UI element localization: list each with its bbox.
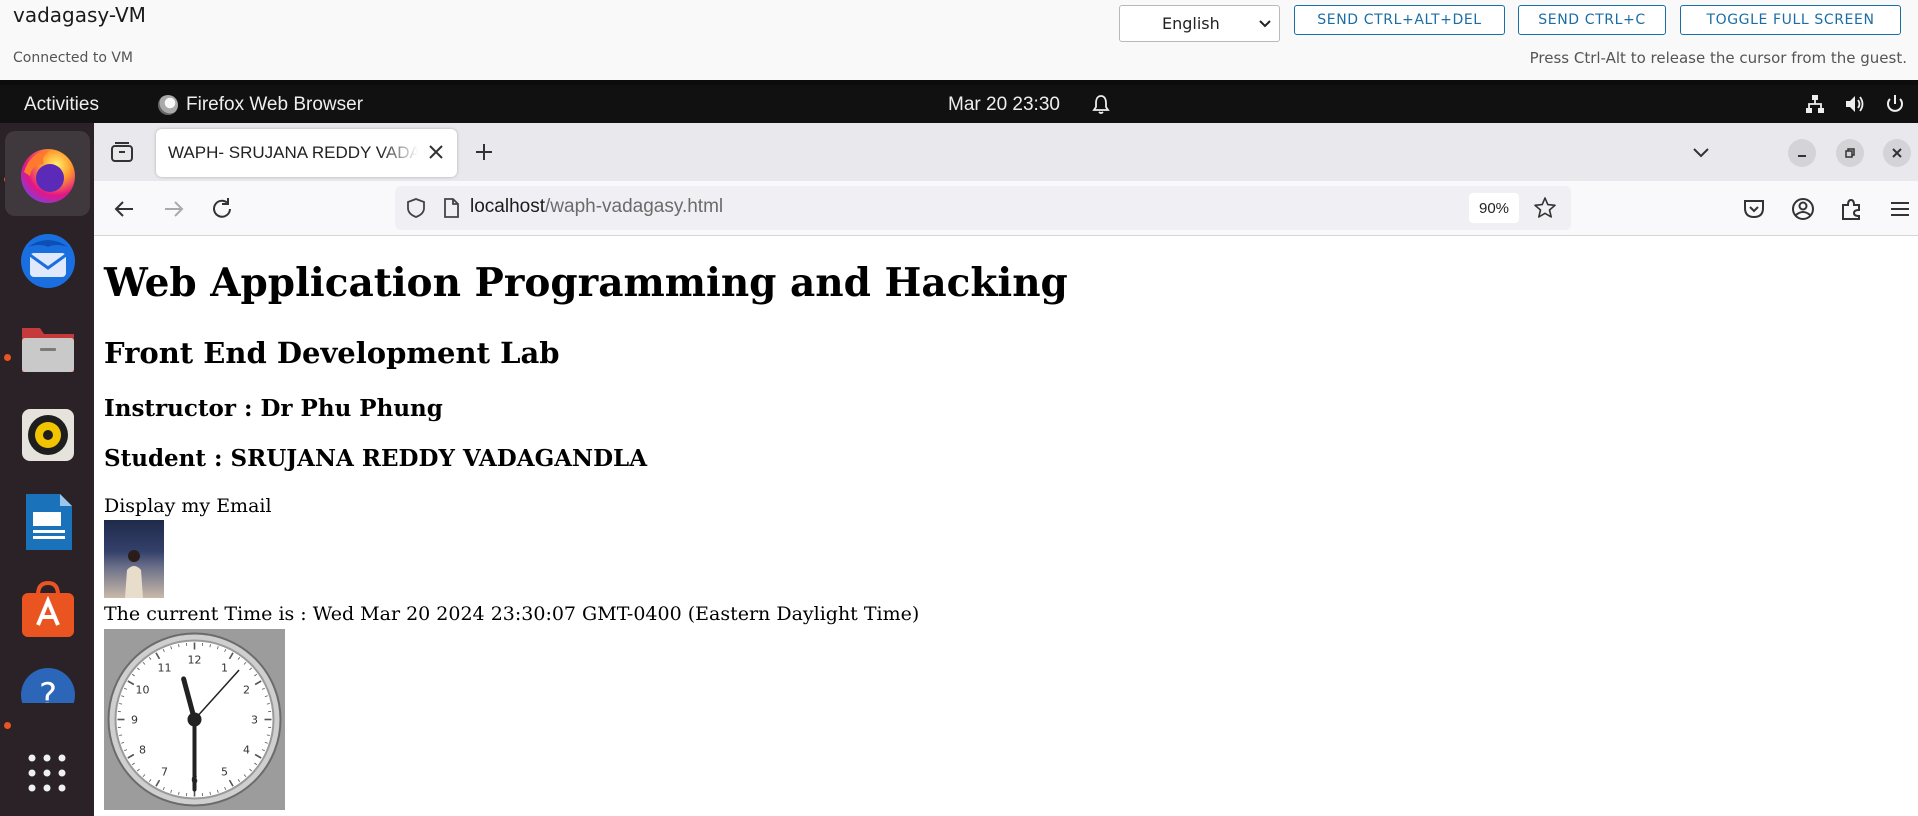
display-email-link[interactable]: Display my Email [104,495,272,517]
shield-icon[interactable] [405,197,427,219]
thunderbird-icon [20,233,75,288]
power-icon [1887,95,1903,112]
window-close-button[interactable] [1883,139,1911,167]
toggle-full-screen-button[interactable]: TOGGLE FULL SCREEN [1680,5,1901,35]
release-cursor-hint: Press Ctrl-Alt to release the cursor fro… [1529,49,1907,67]
plus-icon[interactable] [472,140,496,164]
send-ctrl-c-button[interactable]: SEND CTRL+C [1518,5,1666,35]
clock-number: 12 [188,654,202,667]
vm-connection-status: Connected to VM [13,50,133,66]
url-host: localhost [470,196,545,217]
dock-ubuntu-software[interactable] [5,566,90,651]
system-tray[interactable] [1804,93,1906,115]
help-icon: ? [20,668,75,703]
page-subheading: Front End Development Lab [104,336,560,370]
minimize-icon [1798,155,1806,157]
software-bag-icon [21,580,74,637]
current-time-text: The current Time is : Wed Mar 20 2024 23… [104,603,920,625]
url-path: /waph-vadagasy.html [545,196,724,217]
account-icon[interactable] [1790,196,1816,222]
clock-number: 10 [136,684,150,697]
back-arrow-icon[interactable] [112,196,138,222]
analog-clock: 121234567891011 [104,629,285,810]
speaker-icon [21,408,74,461]
zoom-level-button[interactable]: 90% [1469,193,1519,223]
clock-number: 4 [243,744,250,757]
clock-number: 8 [139,744,146,757]
navigation-toolbar: localhost/waph-vadagasy.html 90% [94,181,1918,236]
dock-thunderbird[interactable] [5,218,90,303]
activities-button[interactable]: Activities [24,94,99,116]
dock-files[interactable] [5,305,90,390]
send-ctrl-alt-del-button[interactable]: SEND CTRL+ALT+DEL [1294,5,1505,35]
page-icon[interactable] [440,197,462,219]
dock-firefox[interactable] [5,131,90,216]
star-icon[interactable] [1533,196,1557,220]
clock-number: 5 [221,765,228,778]
maximize-button[interactable] [1836,139,1864,167]
tab-bar: WAPH- SRUJANA REDDY VADAGANDLA [94,123,1918,181]
network-icon [1806,95,1824,113]
url-text[interactable]: localhost/waph-vadagasy.html [470,196,723,218]
tab-active[interactable]: WAPH- SRUJANA REDDY VADAGANDLA [156,129,457,177]
chevron-down-icon[interactable] [1690,141,1712,163]
clock-center-pin [187,712,202,727]
clock-number: 2 [243,684,250,697]
clock-number: 1 [221,662,228,675]
date-time[interactable]: Mar 20 23:30 [948,94,1060,116]
instructor-line: Instructor : Dr Phu Phung [104,395,443,422]
dock-libreoffice-impress[interactable] [5,479,90,564]
language-select-value: English [1162,14,1220,33]
page-heading: Web Application Programming and Hacking [104,260,1068,306]
firefox-icon [20,148,75,203]
show-applications-icon[interactable] [26,752,68,794]
student-line: Student : SRUJANA REDDY VADAGANDLA [104,445,648,472]
app-menu[interactable]: Firefox Web Browser [158,94,363,116]
close-icon [1892,148,1902,158]
vm-console-header: vadagasy-VM Connected to VM English SEND… [0,0,1918,80]
firefox-mini-icon [158,95,178,115]
dock-help[interactable]: ? [5,653,90,703]
chevron-down-icon [1259,20,1271,28]
clock-number: 7 [161,765,168,778]
reload-icon[interactable] [209,196,235,222]
pocket-icon[interactable] [1741,196,1767,222]
clock-number: 11 [158,662,172,675]
volume-icon [1846,96,1864,112]
running-indicator [4,722,11,729]
tab-title: WAPH- SRUJANA REDDY VADAGANDLA [168,143,418,162]
clock-number: 3 [251,714,258,727]
close-icon[interactable] [425,141,447,163]
minimize-button[interactable] [1788,139,1816,167]
app-menu-label: Firefox Web Browser [186,94,364,115]
student-photo [104,520,164,598]
svg-text:?: ? [38,676,56,703]
dock: ? [0,123,94,816]
menu-icon[interactable] [1887,196,1913,222]
document-icon [25,493,72,550]
extensions-icon[interactable] [1838,196,1864,222]
person-figure [125,550,143,598]
dock-rhythmbox[interactable] [5,392,90,477]
vm-title: vadagasy-VM [13,3,146,27]
clock-number: 9 [131,714,138,727]
restore-icon [1845,148,1855,158]
url-bar[interactable]: localhost/waph-vadagasy.html 90% [395,186,1571,230]
firefox-view-icon[interactable] [109,140,135,166]
bell-icon [1092,95,1110,114]
forward-arrow-icon[interactable] [160,196,186,222]
folder-icon [21,327,74,372]
language-select[interactable]: English [1119,5,1280,42]
gnome-top-bar: Activities Firefox Web Browser Mar 20 23… [0,85,1918,123]
